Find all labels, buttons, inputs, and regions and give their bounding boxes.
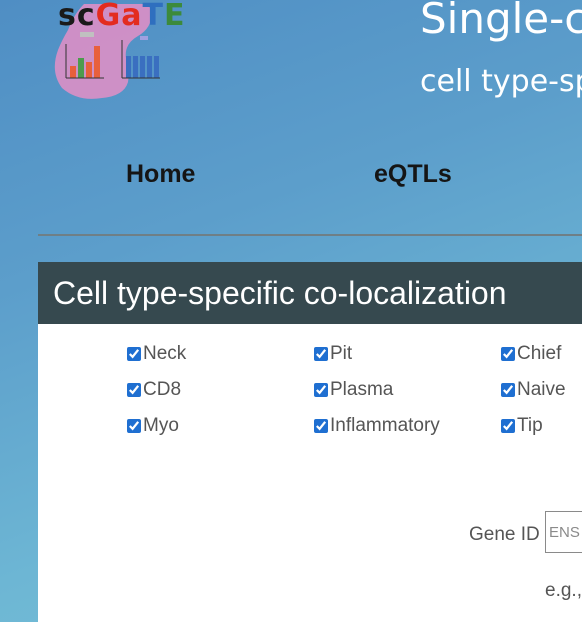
logo-letter: E — [164, 0, 186, 33]
checkbox-label: CD8 — [143, 379, 182, 400]
logo-letter: G — [95, 0, 122, 33]
nav-home-link[interactable]: Home — [126, 160, 195, 189]
checkbox-chief[interactable]: Chief — [501, 343, 561, 365]
checkbox-tip[interactable]: Tip — [501, 415, 543, 437]
banner-subtitle: cell type-sp — [420, 64, 582, 99]
logo-letter: T — [142, 0, 164, 33]
checkbox-neck[interactable]: Neck — [127, 343, 186, 365]
checkbox-input[interactable] — [314, 383, 328, 397]
logo-letter: a — [121, 0, 143, 33]
checkbox-label: Myo — [143, 415, 179, 436]
checkbox-input[interactable] — [314, 347, 328, 361]
checkbox-input[interactable] — [501, 383, 515, 397]
checkbox-myo[interactable]: Myo — [127, 415, 179, 437]
checkbox-input[interactable] — [127, 347, 141, 361]
logo-letter: s — [58, 0, 77, 33]
checkbox-input[interactable] — [127, 419, 141, 433]
checkbox-label: Neck — [143, 343, 187, 364]
checkbox-input[interactable] — [314, 419, 328, 433]
gene-id-input[interactable] — [545, 511, 582, 553]
checkbox-label: Pit — [330, 343, 353, 364]
checkbox-label: Plasma — [330, 379, 394, 400]
checkbox-label: Inflammatory — [330, 415, 440, 436]
gene-id-label: Gene ID — [469, 524, 540, 545]
checkbox-input[interactable] — [501, 419, 515, 433]
checkbox-input[interactable] — [127, 383, 141, 397]
banner-title: Single-c — [420, 0, 582, 43]
checkbox-plasma[interactable]: Plasma — [314, 379, 393, 401]
checkbox-label: Naive — [517, 379, 566, 400]
checkbox-label: Tip — [517, 415, 543, 436]
header-divider — [38, 234, 582, 236]
logo-letter: c — [76, 0, 96, 33]
checkbox-pit[interactable]: Pit — [314, 343, 352, 365]
panel-title: Cell type-specific co-localization — [38, 262, 582, 324]
gene-id-example: e.g., — [545, 580, 582, 601]
checkbox-naive[interactable]: Naive — [501, 379, 566, 401]
checkbox-input[interactable] — [501, 347, 515, 361]
colocalization-panel: Cell type-specific co-localization Neck … — [38, 262, 582, 622]
checkbox-label: Chief — [517, 343, 562, 364]
checkbox-inflammatory[interactable]: Inflammatory — [314, 415, 440, 437]
nav-eqtls-link[interactable]: eQTLs — [374, 160, 452, 189]
logo-text: scGaTE — [58, 0, 186, 33]
checkbox-cd8[interactable]: CD8 — [127, 379, 181, 401]
